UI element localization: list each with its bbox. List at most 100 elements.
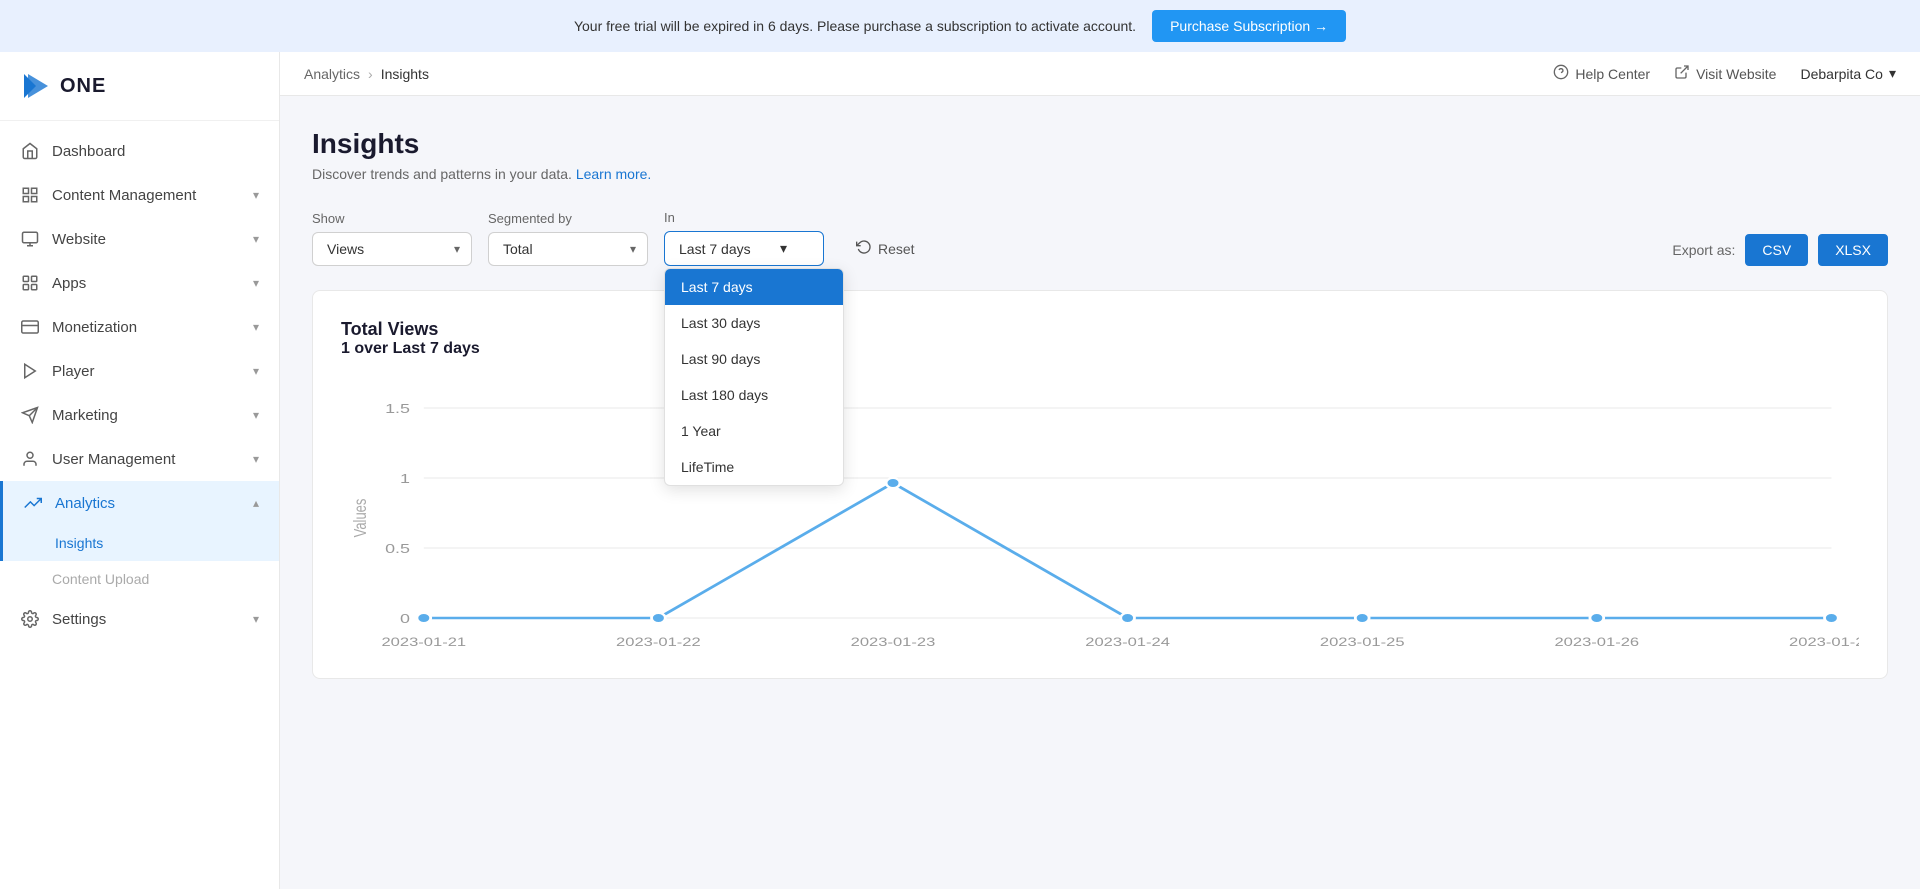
chart-title: Total Views bbox=[341, 319, 1859, 340]
trial-banner: Your free trial will be expired in 6 day… bbox=[0, 0, 1920, 52]
sidebar-item-analytics[interactable]: Analytics ▴ bbox=[0, 481, 279, 525]
sidebar-navigation: Dashboard Content Management ▾ bbox=[0, 121, 279, 649]
svg-text:2023-01-25: 2023-01-25 bbox=[1320, 636, 1405, 649]
svg-text:1: 1 bbox=[400, 472, 410, 486]
reset-icon bbox=[856, 239, 872, 258]
sidebar-item-apps-label: Apps bbox=[52, 275, 86, 292]
svg-text:2023-01-21: 2023-01-21 bbox=[381, 636, 466, 649]
chevron-down-icon: ▾ bbox=[253, 364, 259, 378]
dropdown-item-lifetime[interactable]: LifeTime bbox=[665, 449, 843, 485]
banner-message: Your free trial will be expired in 6 day… bbox=[574, 18, 1136, 34]
export-section: Export as: CSV XLSX bbox=[1672, 234, 1888, 266]
sidebar-item-website[interactable]: Website ▾ bbox=[0, 217, 279, 261]
sidebar-item-insights[interactable]: Insights bbox=[0, 525, 279, 561]
learn-more-link[interactable]: Learn more. bbox=[576, 166, 651, 182]
sidebar-item-monetization-label: Monetization bbox=[52, 319, 137, 336]
dropdown-item-last90days[interactable]: Last 90 days bbox=[665, 341, 843, 377]
show-select[interactable]: Views bbox=[312, 232, 472, 266]
in-chevron-icon: ▾ bbox=[780, 240, 787, 257]
user-menu-chevron: ▾ bbox=[1889, 65, 1896, 82]
help-center-label: Help Center bbox=[1575, 66, 1650, 82]
chevron-down-icon: ▾ bbox=[253, 188, 259, 202]
sidebar-item-analytics-label: Analytics bbox=[55, 495, 115, 512]
dropdown-item-last180days[interactable]: Last 180 days bbox=[665, 377, 843, 413]
credit-card-icon bbox=[20, 317, 40, 337]
chevron-up-icon: ▴ bbox=[253, 496, 259, 510]
export-csv-button[interactable]: CSV bbox=[1745, 234, 1808, 266]
external-link-icon bbox=[1674, 64, 1690, 83]
main-content: Analytics › Insights Help Center Visit W… bbox=[280, 52, 1920, 889]
sidebar-item-dashboard-label: Dashboard bbox=[52, 143, 125, 160]
sidebar: ONE Dashboard Content Management bbox=[0, 52, 280, 889]
svg-text:2023-01-24: 2023-01-24 bbox=[1085, 636, 1170, 649]
sidebar-item-monetization[interactable]: Monetization ▾ bbox=[0, 305, 279, 349]
sidebar-item-settings[interactable]: Settings ▾ bbox=[0, 597, 279, 641]
sidebar-item-player-label: Player bbox=[52, 363, 95, 380]
in-selected-value: Last 7 days bbox=[679, 241, 751, 257]
logo-icon bbox=[20, 70, 52, 102]
header-actions: Help Center Visit Website Debarpita Co ▾ bbox=[1553, 64, 1896, 83]
show-label: Show bbox=[312, 211, 472, 226]
dropdown-item-1year[interactable]: 1 Year bbox=[665, 413, 843, 449]
chevron-down-icon: ▾ bbox=[253, 612, 259, 626]
breadcrumb-current: Insights bbox=[381, 66, 429, 82]
in-label: In bbox=[664, 210, 824, 225]
svg-text:2023-01-27: 2023-01-27 bbox=[1789, 636, 1859, 649]
sidebar-item-website-label: Website bbox=[52, 231, 106, 248]
svg-text:2023-01-26: 2023-01-26 bbox=[1554, 636, 1639, 649]
sidebar-item-player[interactable]: Player ▾ bbox=[0, 349, 279, 393]
dropdown-item-last7days[interactable]: Last 7 days bbox=[665, 269, 843, 305]
in-select-trigger[interactable]: Last 7 days ▾ bbox=[664, 231, 824, 266]
segmented-label: Segmented by bbox=[488, 211, 648, 226]
visit-website-link[interactable]: Visit Website bbox=[1674, 64, 1776, 83]
sidebar-item-user-management-label: User Management bbox=[52, 451, 175, 468]
segmented-select-wrapper: Total ▾ bbox=[488, 232, 648, 266]
chevron-down-icon: ▾ bbox=[253, 276, 259, 290]
export-label: Export as: bbox=[1672, 242, 1735, 258]
logo: ONE bbox=[0, 52, 279, 121]
chart-svg: 1.5 1 0.5 0 Values bbox=[341, 378, 1859, 658]
grid-icon bbox=[20, 273, 40, 293]
chevron-down-icon: ▾ bbox=[253, 452, 259, 466]
sidebar-item-content-management[interactable]: Content Management ▾ bbox=[0, 173, 279, 217]
in-dropdown-menu: Last 7 days Last 30 days Last 90 days La… bbox=[664, 268, 844, 486]
chevron-down-icon: ▾ bbox=[253, 320, 259, 334]
sidebar-item-settings-label: Settings bbox=[52, 611, 106, 628]
export-xlsx-button[interactable]: XLSX bbox=[1818, 234, 1888, 266]
sidebar-item-apps[interactable]: Apps ▾ bbox=[0, 261, 279, 305]
reset-button[interactable]: Reset bbox=[840, 231, 931, 266]
sidebar-item-dashboard[interactable]: Dashboard bbox=[0, 129, 279, 173]
svg-text:Values: Values bbox=[351, 498, 370, 537]
page-body: Insights Discover trends and patterns in… bbox=[280, 96, 1920, 889]
chart-period-label: over Last 7 days bbox=[354, 340, 479, 357]
chevron-down-icon: ▾ bbox=[253, 232, 259, 246]
chart-subtitle: 1 over Last 7 days bbox=[341, 340, 1859, 358]
help-icon bbox=[1553, 64, 1569, 83]
breadcrumb-parent[interactable]: Analytics bbox=[304, 66, 360, 82]
segmented-select[interactable]: Total bbox=[488, 232, 648, 266]
svg-text:2023-01-23: 2023-01-23 bbox=[851, 636, 936, 649]
breadcrumb: Analytics › Insights bbox=[304, 66, 429, 82]
home-icon bbox=[20, 141, 40, 161]
filters-row: Show Views ▾ Segmented by Total bbox=[312, 210, 1888, 266]
sidebar-item-content-upload[interactable]: Content Upload bbox=[0, 561, 279, 597]
user-menu[interactable]: Debarpita Co ▾ bbox=[1800, 65, 1896, 82]
chevron-down-icon: ▾ bbox=[253, 408, 259, 422]
svg-text:0: 0 bbox=[400, 612, 410, 626]
sidebar-item-marketing[interactable]: Marketing ▾ bbox=[0, 393, 279, 437]
svg-text:0.5: 0.5 bbox=[385, 542, 410, 556]
visit-website-label: Visit Website bbox=[1696, 66, 1776, 82]
breadcrumb-separator: › bbox=[368, 66, 373, 82]
page-subtitle: Discover trends and patterns in your dat… bbox=[312, 166, 1888, 182]
help-center-link[interactable]: Help Center bbox=[1553, 64, 1650, 83]
sidebar-item-user-management[interactable]: User Management ▾ bbox=[0, 437, 279, 481]
chart-area: 1.5 1 0.5 0 Values bbox=[341, 378, 1859, 658]
dropdown-item-last30days[interactable]: Last 30 days bbox=[665, 305, 843, 341]
show-filter-group: Show Views ▾ bbox=[312, 211, 472, 266]
purchase-subscription-button[interactable]: Purchase Subscription → bbox=[1152, 10, 1346, 42]
sidebar-item-marketing-label: Marketing bbox=[52, 407, 118, 424]
trending-up-icon bbox=[23, 493, 43, 513]
segmented-filter-group: Segmented by Total ▾ bbox=[488, 211, 648, 266]
top-header: Analytics › Insights Help Center Visit W… bbox=[280, 52, 1920, 96]
send-icon bbox=[20, 405, 40, 425]
